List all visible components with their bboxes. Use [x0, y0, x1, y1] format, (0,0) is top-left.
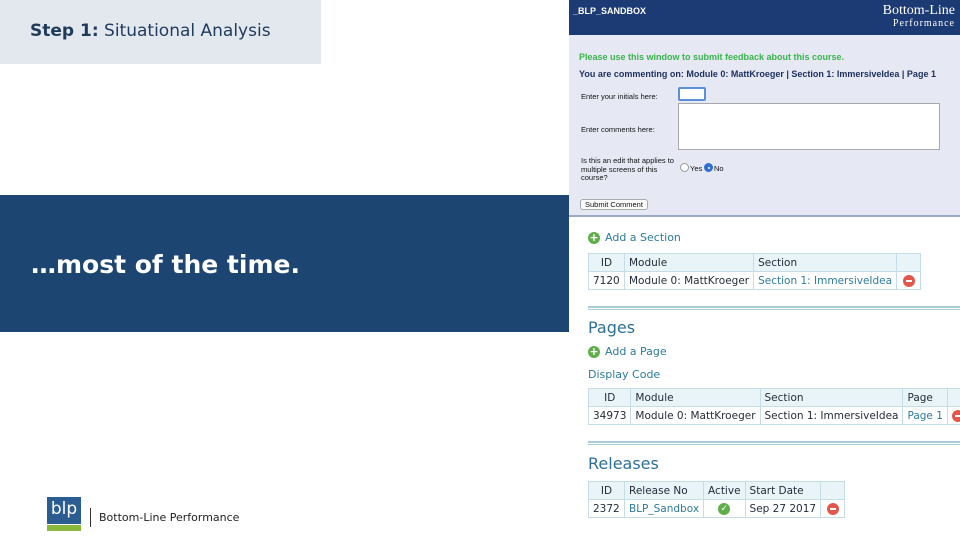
column-header: Module	[630, 388, 761, 407]
delete-cell	[896, 271, 922, 290]
release-start-date: Sep 27 2017	[744, 499, 822, 518]
banner-text: …most of the time.	[31, 250, 300, 279]
add-section-link[interactable]: + Add a Section	[588, 231, 681, 244]
display-code-link[interactable]: Display Code	[588, 368, 660, 381]
release-id: 2372	[588, 499, 625, 518]
section-module: Module 0: MattKroeger	[623, 271, 755, 290]
logo-accent-bar	[47, 525, 81, 531]
table-header-row: ID Module Section Page	[587, 388, 960, 407]
column-header: Release No	[623, 481, 705, 500]
check-circle-icon: ✓	[718, 502, 731, 515]
column-header-empty	[820, 481, 846, 500]
column-header: Module	[623, 253, 755, 272]
column-header: Page	[902, 388, 948, 407]
plus-circle-icon: +	[588, 344, 600, 358]
add-page-label: Add a Page	[605, 345, 667, 358]
column-header-empty	[946, 388, 960, 407]
delete-icon[interactable]	[826, 502, 839, 515]
step-header-box: Step 1: Situational Analysis	[0, 0, 321, 64]
yes-radio-label: Yes	[690, 164, 703, 173]
sandbox-label: _BLP_SANDBOX	[573, 6, 647, 16]
column-header: Start Date	[744, 481, 822, 500]
table-header-row: ID Module Section	[588, 253, 922, 272]
yes-radio[interactable]	[680, 163, 689, 172]
column-header: ID	[587, 388, 632, 407]
step-title: Step 1: Situational Analysis	[30, 21, 271, 41]
column-header: Section	[753, 253, 898, 272]
column-header: ID	[588, 253, 625, 272]
column-header-empty	[896, 253, 922, 272]
pages-table: ID Module Section Page 34973 Module 0: M…	[587, 388, 960, 425]
column-header: ID	[588, 481, 625, 500]
page-module: Module 0: MattKroeger	[630, 406, 761, 425]
brand-line2: Performance	[892, 18, 955, 29]
plus-circle-icon: +	[588, 230, 600, 244]
releases-table: ID Release No Active Start Date 2372 BLP…	[588, 481, 846, 518]
table-row: 2372 BLP_Sandbox ✓ Sep 27 2017	[588, 499, 846, 518]
page-link[interactable]: Page 1	[902, 406, 948, 425]
add-page-link[interactable]: + Add a Page	[588, 345, 667, 358]
logo-divider	[90, 508, 91, 527]
multi-screen-question: Is this an edit that applies to multiple…	[581, 156, 674, 182]
table-row: 34973 Module 0: MattKroeger Section 1: I…	[587, 406, 960, 425]
releases-heading: Releases	[588, 454, 659, 473]
delete-cell	[820, 499, 846, 518]
step-title-text: Situational Analysis	[104, 21, 271, 41]
table-header-row: ID Release No Active Start Date	[588, 481, 846, 500]
table-row: 7120 Module 0: MattKroeger Section 1: Im…	[588, 271, 922, 290]
release-no-link[interactable]: BLP_Sandbox	[623, 499, 705, 518]
section-separator	[588, 306, 960, 310]
initials-label: Enter your initials here:	[581, 92, 658, 101]
feedback-form: Please use this window to submit feedbac…	[569, 35, 960, 217]
commenting-on-text: You are commenting on: Module 0: MattKro…	[579, 69, 936, 79]
logo-text: Bottom-Line Performance	[99, 511, 240, 524]
delete-icon[interactable]	[951, 409, 960, 422]
logo-mark: blp	[47, 497, 81, 524]
no-radio-label: No	[714, 164, 724, 173]
comments-label: Enter comments here:	[581, 125, 655, 134]
submit-comment-button[interactable]: Submit Comment	[580, 199, 648, 210]
sections-table: ID Module Section 7120 Module 0: MattKro…	[588, 253, 922, 290]
initials-input[interactable]	[678, 87, 706, 101]
active-cell: ✓	[703, 499, 746, 518]
page-section: Section 1: ImmersiveIdea	[759, 406, 904, 425]
pages-heading: Pages	[588, 318, 636, 337]
section-link[interactable]: Section 1: ImmersiveIdea	[753, 271, 898, 290]
delete-cell	[946, 406, 960, 425]
brand-line1: Bottom-Line	[882, 3, 955, 18]
section-separator	[588, 441, 960, 445]
comments-textarea[interactable]	[678, 103, 940, 150]
step-prefix: Step 1:	[30, 21, 99, 41]
page-id: 34973	[587, 406, 632, 425]
panel-header: _BLP_SANDBOX Bottom-Line Performance	[569, 0, 960, 35]
column-header: Section	[759, 388, 904, 407]
delete-icon[interactable]	[902, 274, 915, 287]
add-section-label: Add a Section	[605, 231, 681, 244]
blp-logo: blp	[47, 497, 81, 531]
no-radio[interactable]	[704, 163, 713, 172]
column-header: Active	[703, 481, 746, 500]
feedback-instructions: Please use this window to submit feedbac…	[579, 52, 845, 62]
course-admin-panel: _BLP_SANDBOX Bottom-Line Performance Ple…	[569, 0, 960, 540]
section-id: 7120	[588, 271, 625, 290]
